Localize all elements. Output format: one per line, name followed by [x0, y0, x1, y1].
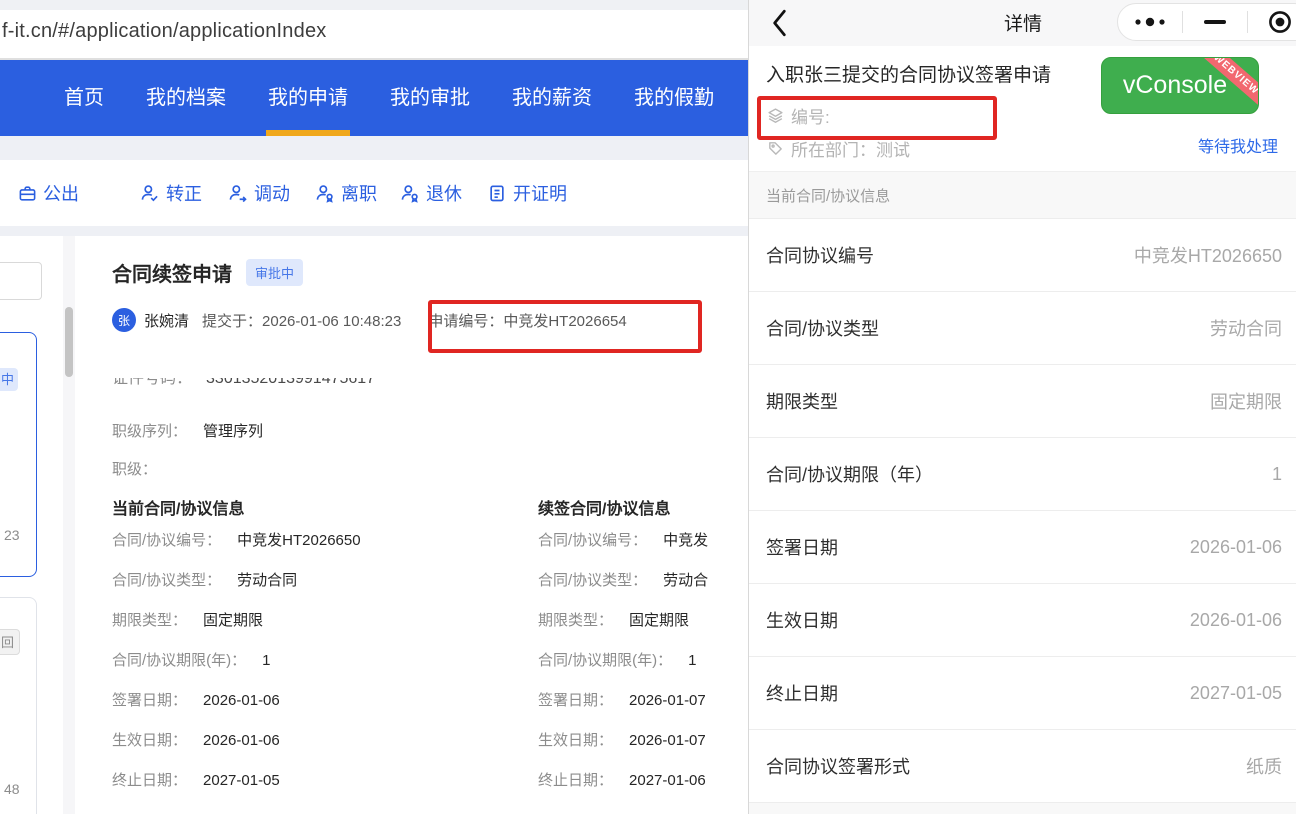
timestamp-fragment: 23	[4, 527, 20, 543]
field-row: 签署日期： 2026-01-06	[112, 692, 280, 709]
current-contract-fields: 合同/协议编号： 中竞发HT2026650 合同/协议类型： 劳动合同 期限类型：固…	[112, 531, 361, 791]
nav-tab-my-salary[interactable]: 我的薪资	[512, 60, 592, 136]
certificate-button[interactable]: 开证明	[487, 160, 567, 226]
field-row: 合同/协议类型： 劳动合	[538, 572, 709, 589]
toolbar-label: 调动	[254, 184, 290, 204]
list-item-sign-form: 合同协议签署形式 纸质	[749, 730, 1296, 803]
rank-row: 职级：	[112, 461, 158, 478]
miniprogram-capsule	[1117, 3, 1296, 41]
resignation-button[interactable]: 离职	[315, 160, 377, 226]
field-row: 合同/协议类型： 劳动合同	[112, 572, 298, 589]
nav-tab-home[interactable]: 首页	[64, 60, 104, 136]
nav-tab-my-attendance[interactable]: 我的假勤	[634, 60, 714, 136]
number-row: 编号:	[767, 103, 830, 128]
number-label: 编号:	[791, 108, 830, 127]
field-row: 生效日期： 2026-01-06	[112, 732, 280, 749]
detail-list: 合同协议编号 中竞发HT2026650 合同/协议类型 劳动合同 期限类型 固定…	[749, 219, 1296, 803]
application-number: 申请编号：中竞发HT2026654	[428, 312, 627, 330]
business-trip-button[interactable]: 公出	[18, 160, 79, 226]
field-row: 期限类型： 固定期限	[538, 612, 690, 629]
toolbar-label: 公出	[43, 184, 79, 204]
submitted-at: 提交于：2026-01-06 10:48:23	[202, 312, 402, 330]
desktop-browser-panel: f-it.cn/#/application/applicationIndex 首…	[0, 0, 748, 814]
vconsole-button[interactable]: vConsole WEBVIEW	[1101, 57, 1259, 114]
field-row: 签署日期： 2026-01-07	[538, 692, 706, 709]
avatar: 张	[112, 308, 136, 332]
list-item-term-type: 期限类型 固定期限	[749, 365, 1296, 438]
pending-my-action-link[interactable]: 等待我处理	[1198, 133, 1278, 157]
record-circle-icon[interactable]	[1248, 4, 1296, 40]
field-row: 终止日期： 2027-01-06	[538, 772, 706, 789]
minimize-icon[interactable]	[1183, 4, 1247, 40]
current-contract-section-header: 当前合同/协议信息	[749, 171, 1296, 219]
applicant-name: 张婉清	[144, 312, 190, 330]
renew-contract-fields: 合同/协议编号： 中竞发 合同/协议类型： 劳动合 期限类型： 固定期限 合同/协议期…	[538, 531, 748, 791]
list-item-term-years: 合同/协议期限（年） 1	[749, 438, 1296, 511]
application-meta-row: 张 张婉清 提交于：2026-01-06 10:48:23 申请编号：中竞发HT…	[112, 308, 627, 332]
mobile-webview-panel: 详情 入职张三提交的合同协议签署申请 vConsole WEBVIEW 编号: …	[748, 0, 1296, 814]
address-bar[interactable]: f-it.cn/#/application/applicationIndex	[0, 10, 748, 60]
toolbar-label: 转正	[166, 184, 202, 204]
department-row: 所在部门：测试	[767, 136, 910, 161]
nav-tab-my-files[interactable]: 我的档案	[146, 60, 226, 136]
tag-icon	[767, 140, 784, 157]
main-navbar: 首页 我的档案 我的申请 我的审批 我的薪资 我的假勤	[0, 60, 748, 136]
status-badge-fragment: 回	[0, 629, 20, 655]
application-title: 合同续签申请	[112, 264, 232, 286]
field-row: 合同/协议期限(年)： 1	[538, 652, 697, 669]
person-check-icon	[140, 183, 160, 203]
action-toolbar: 公出 转正 调动 离职 退休 开证明	[0, 160, 748, 226]
retirement-button[interactable]: 退休	[400, 160, 462, 226]
field-row: 合同/协议编号： 中竞发HT2026650	[112, 532, 361, 549]
mobile-header: 详情	[749, 0, 1296, 46]
sidebar-scrollbar-thumb[interactable]	[65, 307, 73, 377]
list-item-contract-number: 合同协议编号 中竞发HT2026650	[749, 219, 1296, 292]
field-row: 生效日期： 2026-01-07	[538, 732, 706, 749]
field-row: 合同/协议期限(年)： 1	[112, 652, 271, 669]
toolbar-label: 离职	[341, 184, 377, 204]
sidebar-search-input[interactable]	[0, 262, 42, 300]
next-section-band	[749, 803, 1296, 814]
timestamp-fragment: 48	[4, 781, 20, 797]
list-item-effective-date: 生效日期 2026-01-06	[749, 584, 1296, 657]
list-item-contract-type: 合同/协议类型 劳动合同	[749, 292, 1296, 365]
list-item-sign-date: 签署日期 2026-01-06	[749, 511, 1296, 584]
person-leave-icon	[315, 183, 335, 203]
scroll-clip-cover	[100, 346, 520, 378]
field-row: 合同/协议编号： 中竞发	[538, 532, 709, 549]
person-retire-icon	[400, 183, 420, 203]
more-dots-icon[interactable]	[1118, 4, 1182, 40]
divider-strip	[0, 226, 748, 236]
toolbar-label: 退休	[426, 184, 462, 204]
certificate-icon	[487, 183, 507, 203]
renew-contract-section-title: 续签合同/协议信息	[538, 501, 671, 518]
nav-tab-my-approvals[interactable]: 我的审批	[390, 60, 470, 136]
url-text[interactable]: f-it.cn/#/application/applicationIndex	[2, 20, 326, 43]
layers-icon	[767, 107, 784, 124]
transfer-button[interactable]: 调动	[228, 160, 290, 226]
briefcase-icon	[18, 184, 37, 203]
status-badge: 审批中	[246, 259, 304, 286]
field-row: 终止日期： 2027-01-05	[112, 772, 280, 789]
field-row: 期限类型： 固定期限	[112, 612, 264, 629]
toolbar-label: 开证明	[513, 184, 567, 204]
browser-chrome-strip	[0, 0, 748, 10]
rank-sequence-row: 职级序列： 管理序列	[112, 423, 264, 440]
status-badge-fragment: 中	[0, 368, 18, 391]
nav-tab-my-applications[interactable]: 我的申请	[266, 60, 350, 136]
divider-strip	[0, 136, 748, 160]
current-contract-section-title: 当前合同/协议信息	[112, 501, 245, 518]
list-item-end-date: 终止日期 2027-01-05	[749, 657, 1296, 730]
regularization-button[interactable]: 转正	[140, 160, 202, 226]
person-transfer-icon	[228, 183, 248, 203]
